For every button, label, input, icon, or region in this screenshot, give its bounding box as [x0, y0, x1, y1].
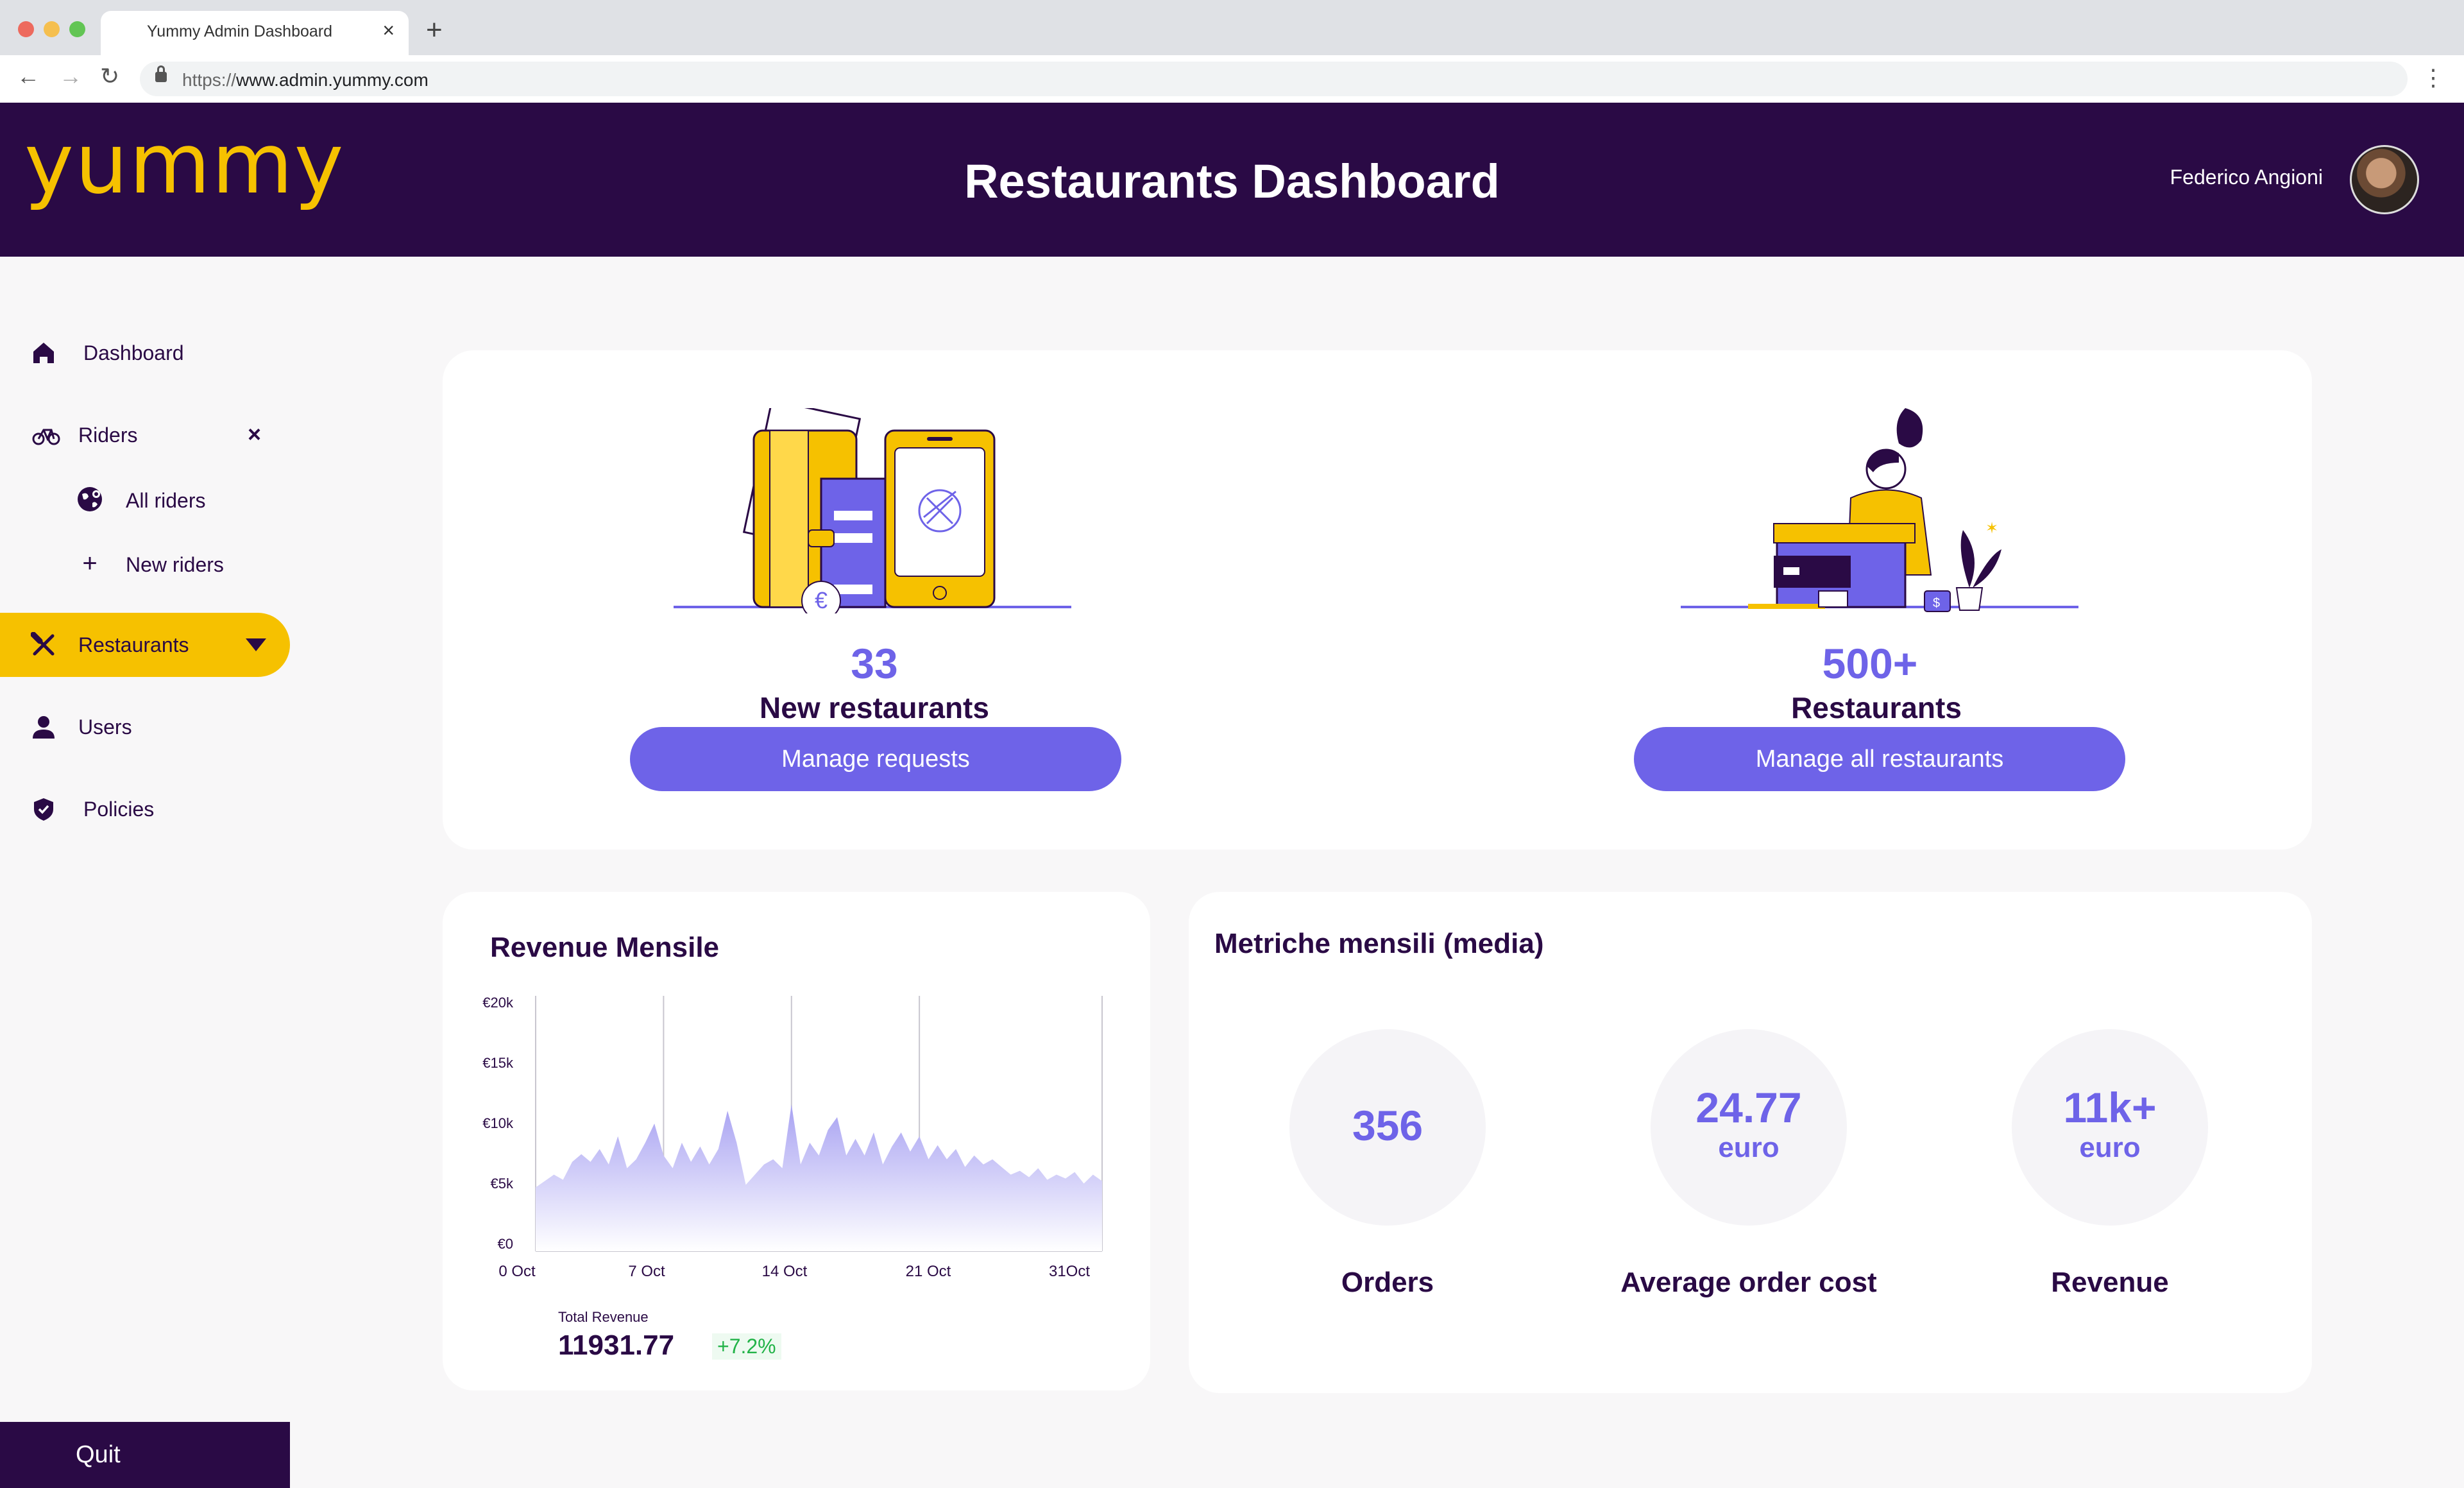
plus-icon: +: [82, 549, 98, 577]
new-tab-icon[interactable]: +: [426, 14, 443, 46]
total-revenue-label: Total Revenue: [558, 1309, 649, 1325]
revenue-area-series: [536, 1104, 1102, 1251]
bicycle-icon: [32, 422, 60, 448]
tab-close-icon[interactable]: ×: [382, 19, 395, 42]
metrics-title: Metriche mensili (media): [1214, 928, 1544, 959]
metrics-card: Metriche mensili (media) 356 Orders 24.7…: [1189, 892, 2312, 1393]
orders-label: Orders: [1341, 1267, 1434, 1298]
chevron-down-icon[interactable]: [246, 638, 266, 651]
manage-requests-button[interactable]: Manage requests: [630, 727, 1121, 791]
manage-all-restaurants-button[interactable]: Manage all restaurants: [1634, 727, 2125, 791]
revenue-metric-value: 11k+: [2063, 1084, 2157, 1131]
browser-menu-icon[interactable]: ⋮: [2422, 64, 2445, 91]
overview-card: € 33 New restaurants Manage requests $ ✶…: [443, 350, 2312, 850]
x-tick-label: 31Oct: [1048, 1263, 1091, 1280]
restaurant-owner-illustration: $ ✶: [1681, 408, 2078, 612]
address-bar[interactable]: https://www.admin.yummy.com: [140, 62, 2408, 96]
sidebar-item-dashboard[interactable]: Dashboard: [0, 321, 290, 385]
y-tick-label: €0: [497, 1236, 513, 1252]
quit-label: Quit: [76, 1441, 121, 1468]
sidebar-item-label: Policies: [83, 798, 155, 821]
browser-tab[interactable]: Yummy Admin Dashboard ×: [101, 11, 409, 55]
sidebar-item-restaurants[interactable]: Restaurants: [0, 613, 290, 677]
revenue-chart: [535, 996, 1103, 1252]
sidebar-item-label: All riders: [126, 489, 206, 512]
minimize-window-button[interactable]: [44, 21, 60, 37]
revenue-card: Revenue Mensile €20k €15k €10k €5k €0 0 …: [443, 892, 1150, 1390]
y-tick-label: €15k: [482, 1055, 513, 1071]
y-tick-label: €10k: [482, 1115, 513, 1131]
sidebar-item-label: Dashboard: [83, 341, 184, 364]
x-tick-label: 14 Oct: [761, 1263, 808, 1280]
navigation-bar: ← → ↻ https://www.admin.yummy.com ⋮: [0, 55, 2464, 103]
new-restaurants-label: New restaurants: [760, 691, 989, 724]
revenue-delta-badge: +7.2%: [712, 1333, 781, 1360]
wallet-phone-illustration: €: [674, 408, 1071, 613]
revenue-metric-unit: euro: [2079, 1132, 2141, 1163]
quit-button[interactable]: Quit: [0, 1422, 290, 1488]
sidebar-item-label: Users: [78, 715, 132, 739]
x-tick-label: 7 Oct: [628, 1263, 665, 1280]
y-tick-label: €20k: [482, 995, 513, 1011]
home-icon: [31, 340, 56, 366]
forward-arrow-icon[interactable]: →: [59, 63, 82, 90]
average-order-cost-circle: 24.77 euro: [1651, 1029, 1847, 1226]
svg-text:✶: ✶: [1985, 519, 1998, 537]
utensils-icon: [30, 631, 56, 658]
globe-pin-icon: [76, 485, 104, 513]
new-restaurants-count: 33: [851, 640, 898, 687]
x-tick-label: 0 Oct: [498, 1263, 536, 1280]
user-name[interactable]: Federico Angioni: [2170, 166, 2323, 189]
average-order-cost-label: Average order cost: [1620, 1267, 1877, 1298]
sidebar-item-label: Riders: [78, 423, 138, 447]
average-order-cost-unit: euro: [1718, 1132, 1780, 1163]
x-tick-label: 21 Oct: [905, 1263, 951, 1280]
sidebar-item-riders[interactable]: Riders ×: [0, 403, 290, 467]
user-icon: [31, 714, 56, 740]
svg-text:€: €: [815, 587, 828, 613]
total-revenue-value: 11931.77: [558, 1330, 675, 1361]
page-title: Restaurants Dashboard: [964, 155, 1500, 208]
browser-chrome: Yummy Admin Dashboard × + ← → ↻ https://…: [0, 0, 2464, 103]
orders-metric-circle: 356: [1289, 1029, 1486, 1226]
collapse-close-icon[interactable]: ×: [248, 421, 261, 448]
shield-icon: [31, 796, 56, 822]
sidebar-item-label: Restaurants: [78, 633, 189, 656]
reload-icon[interactable]: ↻: [100, 63, 119, 90]
revenue-metric-label: Revenue: [2051, 1267, 2169, 1298]
avatar[interactable]: [2350, 145, 2419, 214]
back-arrow-icon[interactable]: ←: [17, 63, 40, 90]
average-order-cost-value: 24.77: [1695, 1084, 1802, 1131]
restaurants-label: Restaurants: [1791, 691, 1962, 724]
sidebar-item-users[interactable]: Users: [0, 695, 290, 759]
sidebar-item-all-riders[interactable]: All riders: [0, 474, 290, 525]
y-tick-label: €5k: [490, 1176, 513, 1192]
sidebar-item-new-riders[interactable]: + New riders: [0, 538, 290, 589]
tab-title: Yummy Admin Dashboard: [147, 22, 333, 40]
url-text: https://www.admin.yummy.com: [182, 70, 429, 90]
revenue-metric-circle: 11k+ euro: [2012, 1029, 2208, 1226]
tab-strip: Yummy Admin Dashboard × +: [0, 0, 2464, 55]
sidebar-item-policies[interactable]: Policies: [0, 777, 290, 841]
lock-icon: [155, 65, 167, 82]
restaurants-count: 500+: [1822, 640, 1918, 687]
sidebar-item-label: New riders: [126, 553, 224, 576]
app-header: yummy Restaurants Dashboard Federico Ang…: [0, 103, 2464, 257]
close-window-button[interactable]: [18, 21, 34, 37]
orders-value: 356: [1352, 1102, 1423, 1149]
maximize-window-button[interactable]: [69, 21, 85, 37]
svg-text:$: $: [1933, 596, 1940, 610]
